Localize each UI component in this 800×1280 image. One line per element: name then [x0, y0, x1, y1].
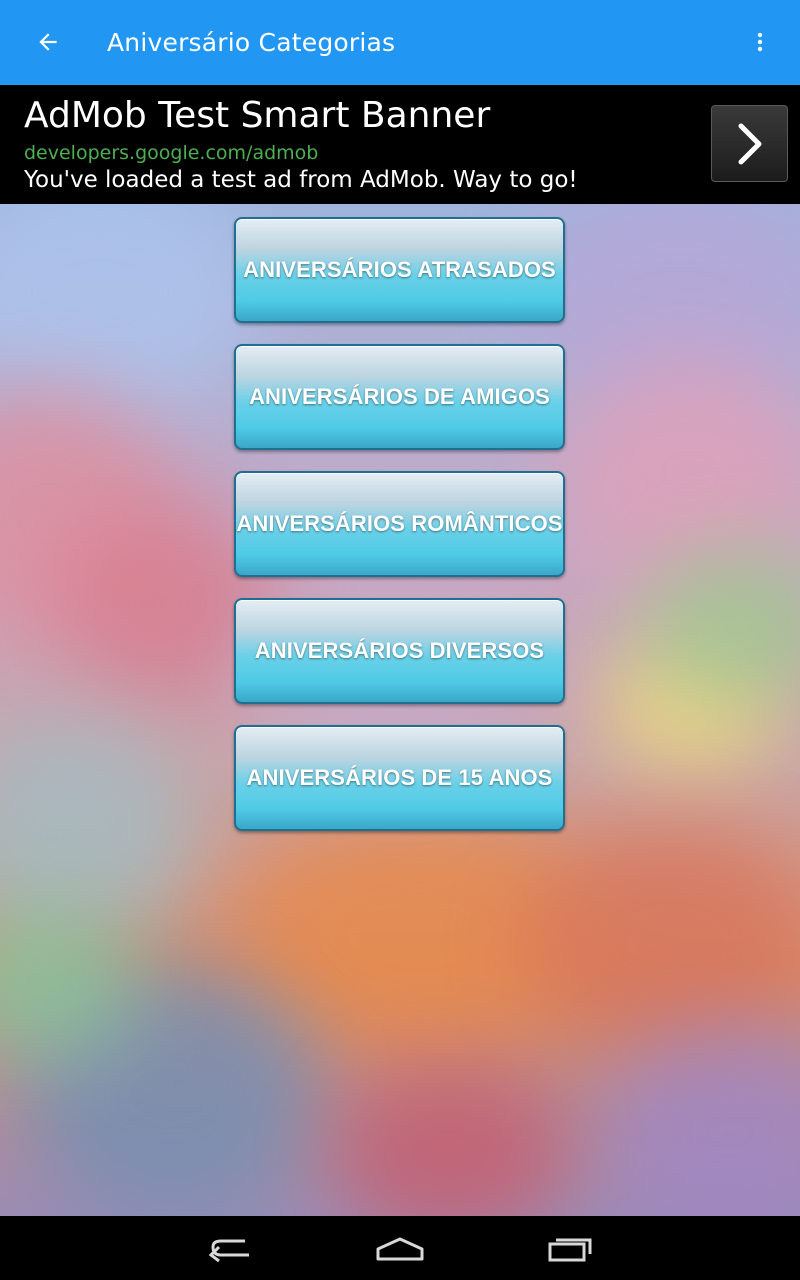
category-button-15-anos[interactable]: ANIVERSÁRIOS DE 15 ANOS	[234, 725, 565, 831]
category-button-atrasados[interactable]: ANIVERSÁRIOS ATRASADOS	[234, 217, 565, 323]
nav-recents-icon	[548, 1238, 592, 1262]
nav-recents-button[interactable]	[540, 1228, 600, 1268]
category-button-label: ANIVERSÁRIOS DE 15 ANOS	[246, 765, 553, 790]
nav-back-button[interactable]	[200, 1228, 260, 1268]
back-button[interactable]	[28, 22, 68, 62]
ad-description: You've loaded a test ad from AdMob. Way …	[24, 167, 578, 193]
chevron-right-icon	[738, 123, 761, 164]
more-vert-icon	[757, 32, 763, 52]
overflow-menu-button[interactable]	[740, 22, 780, 62]
arrow-back-icon	[39, 33, 57, 51]
nav-home-button[interactable]	[370, 1228, 430, 1268]
page-title: Aniversário Categorias	[107, 28, 396, 57]
system-nav-bar	[0, 1216, 800, 1280]
category-button-diversos[interactable]: ANIVERSÁRIOS DIVERSOS	[234, 598, 565, 704]
ad-open-button[interactable]	[711, 105, 788, 182]
nav-back-icon	[208, 1239, 249, 1263]
ad-banner[interactable]: AdMob Test Smart Banner developers.googl…	[0, 85, 800, 204]
ad-title: AdMob Test Smart Banner	[24, 95, 491, 136]
category-button-label: ANIVERSÁRIOS DE AMIGOS	[249, 384, 550, 409]
category-button-label: ANIVERSÁRIOS ROMÂNTICOS	[236, 511, 563, 536]
screen: Aniversário Categorias AdMob Test Smart …	[0, 0, 800, 1280]
category-button-romanticos[interactable]: ANIVERSÁRIOS ROMÂNTICOS	[234, 471, 565, 577]
category-button-label: ANIVERSÁRIOS DIVERSOS	[254, 638, 545, 663]
category-button-label: ANIVERSÁRIOS ATRASADOS	[243, 257, 556, 282]
app-bar: Aniversário Categorias	[0, 0, 800, 85]
nav-home-icon	[376, 1237, 424, 1261]
ad-url: developers.google.com/admob	[24, 142, 319, 164]
category-button-amigos[interactable]: ANIVERSÁRIOS DE AMIGOS	[234, 344, 565, 450]
